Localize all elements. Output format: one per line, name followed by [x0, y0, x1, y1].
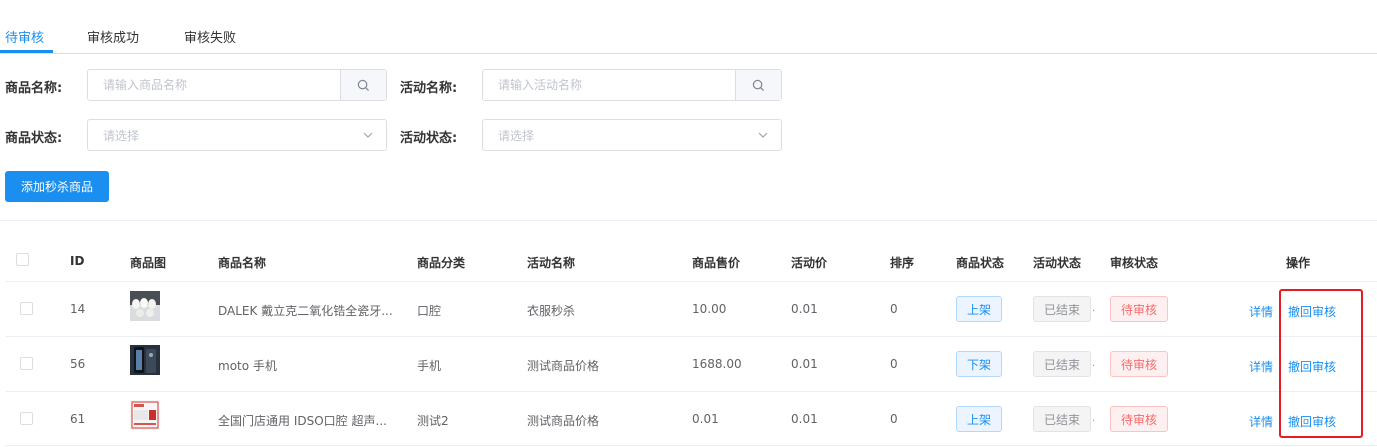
row-product-name: DALEK 戴立克二氧化锆全瓷牙... [218, 304, 393, 318]
product-thumbnail[interactable] [130, 400, 160, 430]
row-product-name: moto 手机 [218, 359, 277, 373]
header-id: ID [70, 254, 85, 268]
row-checkbox[interactable] [20, 412, 33, 425]
row-price: 1688.00 [692, 357, 742, 371]
tab-pending-review[interactable]: 待审核 [5, 27, 44, 46]
activity-name-input[interactable] [483, 70, 733, 100]
row-activity-price: 0.01 [791, 302, 818, 316]
detail-link[interactable]: 详情 [1249, 303, 1273, 320]
activity-status-tag: 已结束 [1033, 351, 1091, 377]
header-sort: 排序 [890, 256, 915, 270]
activity-status-tag: 已结束 [1033, 406, 1091, 432]
chevron-down-icon [363, 132, 373, 138]
detail-link[interactable]: 详情 [1249, 413, 1273, 430]
tab-review-failed[interactable]: 审核失败 [184, 27, 236, 46]
activity-status-select[interactable]: 请选择 [482, 119, 782, 151]
header-activity-price: 活动价 [791, 256, 828, 270]
product-status-tag: 下架 [956, 351, 1002, 377]
activity-name-search [482, 69, 782, 101]
teeth-image [130, 291, 160, 321]
add-flash-sale-product-button[interactable]: 添加秒杀商品 [5, 171, 109, 202]
header-image: 商品图 [130, 256, 167, 270]
search-icon [357, 79, 370, 91]
phone-image [130, 345, 160, 375]
search-icon [752, 79, 765, 91]
row-checkbox[interactable] [20, 357, 33, 370]
row-activity-name: 测试商品价格 [527, 359, 600, 373]
status-tabs: 待审核 审核成功 审核失败 [0, 0, 1377, 54]
row-divider [5, 391, 1377, 392]
row-sort: 0 [890, 302, 898, 316]
row-category: 口腔 [417, 304, 442, 318]
row-activity-price: 0.01 [791, 412, 818, 426]
row-id: 61 [70, 412, 86, 426]
product-thumbnail[interactable] [130, 345, 160, 375]
detail-link[interactable]: 详情 [1249, 358, 1273, 375]
row-product-name: 全国门店通用 IDSO口腔 超声... [218, 414, 387, 428]
product-name-input[interactable] [88, 70, 338, 100]
row-category: 手机 [417, 359, 442, 373]
row-activity-price: 0.01 [791, 357, 818, 371]
voucher-image [130, 400, 160, 430]
row-activity-name: 衣服秒杀 [527, 304, 576, 318]
activity-name-search-button[interactable] [735, 70, 781, 100]
header-product-name: 商品名称 [218, 256, 267, 270]
row-price: 10.00 [692, 302, 727, 316]
product-status-select[interactable]: 请选择 [87, 119, 387, 151]
audit-status-tag: 待审核 [1110, 296, 1168, 322]
header-price: 商品售价 [692, 256, 741, 270]
activity-status-tag: 已结束 [1033, 296, 1091, 322]
header-actions: 操作 [1286, 256, 1311, 270]
row-id: 56 [70, 357, 86, 371]
row-divider [5, 336, 1377, 337]
product-status-tag: 上架 [956, 406, 1002, 432]
activity-name-label: 活动名称: [400, 81, 458, 96]
row-divider [5, 445, 1377, 446]
row-sort: 0 [890, 357, 898, 371]
row-id: 14 [70, 302, 86, 316]
row-divider [5, 281, 1377, 282]
revoke-actions-highlight [1279, 289, 1363, 438]
header-category: 商品分类 [417, 256, 466, 270]
row-price: 0.01 [692, 412, 719, 426]
product-status-label: 商品状态: [5, 131, 63, 146]
product-name-search [87, 69, 387, 101]
product-status-placeholder: 请选择 [103, 128, 140, 143]
product-status-tag: 上架 [956, 296, 1002, 322]
select-all-checkbox[interactable] [16, 253, 29, 266]
active-tab-indicator [0, 50, 53, 53]
row-category: 测试2 [417, 414, 449, 428]
row-activity-name: 测试商品价格 [527, 414, 600, 428]
product-name-label: 商品名称: [5, 81, 63, 96]
activity-status-label: 活动状态: [400, 131, 458, 146]
tab-review-success[interactable]: 审核成功 [87, 27, 139, 46]
row-sort: 0 [890, 412, 898, 426]
product-name-search-button[interactable] [340, 70, 386, 100]
header-activity-name: 活动名称 [527, 256, 576, 270]
audit-status-tag: 待审核 [1110, 351, 1168, 377]
activity-status-placeholder: 请选择 [498, 128, 535, 143]
header-audit-status: 审核状态 [1110, 256, 1159, 270]
section-divider [0, 220, 1377, 221]
row-checkbox[interactable] [20, 302, 33, 315]
header-product-status: 商品状态 [956, 256, 1005, 270]
header-activity-status: 活动状态 [1033, 256, 1082, 270]
product-thumbnail[interactable] [130, 291, 160, 321]
audit-status-tag: 待审核 [1110, 406, 1168, 432]
chevron-down-icon [758, 132, 768, 138]
